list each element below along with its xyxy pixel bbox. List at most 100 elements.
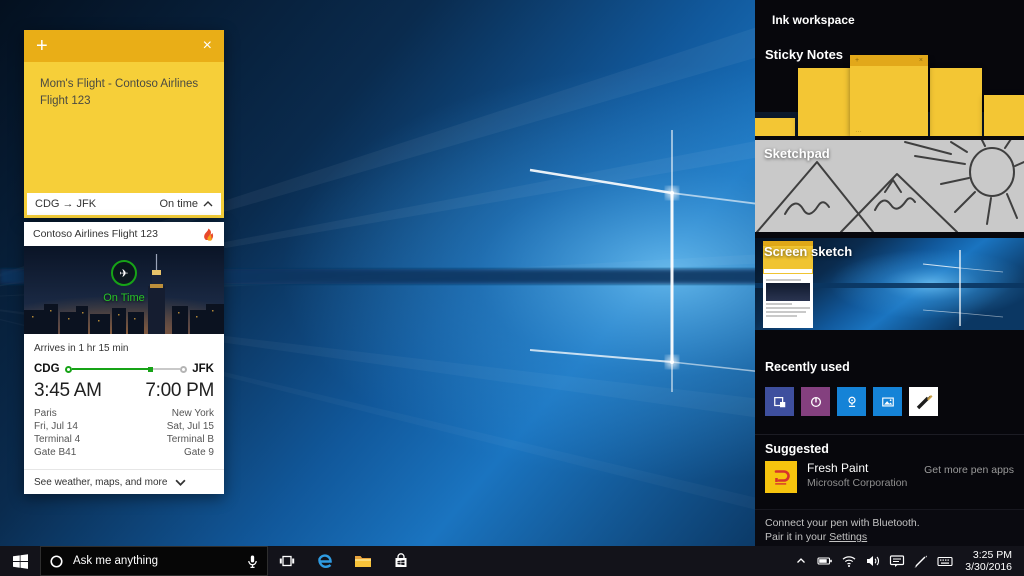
recent-app-tile-4[interactable] [873,387,902,416]
flight-insight-bar[interactable]: CDG → JFK On time [24,190,224,218]
store-button[interactable] [382,546,420,576]
touch-keyboard-button[interactable] [933,546,957,576]
mini-ellipsis-icon: … [855,127,862,134]
flight-card-title: Contoso Airlines Flight 123 [33,228,158,240]
recent-app-tile-1[interactable] [765,387,794,416]
cortana-search-box[interactable]: Ask me anything [40,546,268,576]
clock-time: 3:25 PM [965,549,1012,561]
departure-gate: Gate B41 [34,447,80,458]
flight-card[interactable]: Contoso Airlines Flight 123 [24,222,224,494]
desktop: + × Mom's Flight - Contoso Airlines Flig… [0,0,1024,576]
arrival-time: 7:00 PM [145,380,214,402]
windows-logo-icon [13,554,28,569]
edge-icon [316,552,334,570]
fountain-pen-app-icon [913,391,935,413]
ink-workspace-button[interactable] [909,546,933,576]
search-input[interactable]: Ask me anything [73,555,237,567]
arrival-note: Arrives in 1 hr 15 min [34,343,214,354]
pen-hint-line2: Pair it in your [765,531,826,543]
departure-date: Fri, Jul 14 [34,421,80,432]
arrival-gate: Gate 9 [167,447,214,458]
arrival-code: JFK [192,363,214,375]
sticky-note[interactable]: + × Mom's Flight - Contoso Airlines Flig… [24,30,224,218]
arrival-info: New York Sat, Jul 15 Terminal B Gate 9 [167,408,214,458]
see-more-link[interactable]: See weather, maps, and more [24,469,224,494]
file-explorer-button[interactable] [344,546,382,576]
settings-link[interactable]: Settings [829,531,867,543]
insights-flame-icon [202,228,215,241]
sticky-notes-section-label: Sticky Notes [765,47,843,62]
mini-sticky-note [930,68,982,136]
wifi-icon [841,554,857,568]
departure-terminal: Terminal 4 [34,434,80,445]
flight-status-overlay: On Time [24,292,224,304]
speaker-icon [865,554,881,568]
panel-divider [755,434,1024,435]
flight-progress: CDG JFK [34,363,214,375]
get-more-pen-apps-link[interactable]: Get more pen apps [924,464,1014,476]
suggested-app-name: Fresh Paint [807,461,924,475]
progress-end-dot [180,366,187,373]
flight-destination-photo: ✈ On Time [24,246,224,334]
cortana-icon [49,554,64,569]
chevron-down-icon [175,479,186,486]
mini-sticky-note [984,95,1024,136]
folder-icon [354,553,372,569]
network-status[interactable] [837,546,861,576]
recent-app-tile-5[interactable] [909,387,938,416]
add-note-icon[interactable]: + [36,36,48,56]
circle-badge-app-icon [809,395,823,409]
sticky-note-body[interactable]: Mom's Flight - Contoso Airlines Flight 1… [24,62,224,190]
recent-app-tile-2[interactable] [801,387,830,416]
sticky-notes-preview[interactable]: + × … [755,55,1024,136]
departure-city: Paris [34,408,80,419]
chevron-up-icon[interactable] [203,201,213,207]
arrival-city: New York [167,408,214,419]
suggested-app-publisher: Microsoft Corporation [807,477,924,489]
action-center-icon [889,554,905,568]
clock[interactable]: 3:25 PM 3/30/2016 [957,549,1018,573]
edge-browser-button[interactable] [306,546,344,576]
see-more-label: See weather, maps, and more [34,477,167,488]
arrival-date: Sat, Jul 15 [167,421,214,432]
flight-status: On time [159,198,198,210]
mini-sticky-note [798,68,851,136]
flight-details: Arrives in 1 hr 15 min CDG JFK 3:45 AM 7… [24,334,224,462]
mini-sticky-note [755,118,795,136]
panel-title: Ink workspace [772,13,855,27]
departure-info: Paris Fri, Jul 14 Terminal 4 Gate B41 [34,408,80,458]
arrival-terminal: Terminal B [167,434,214,445]
pen-pairing-hint: Connect your pen with Bluetooth. Pair it… [755,509,1024,546]
sketchpad-preview[interactable]: Sketchpad [755,140,1024,232]
microphone-icon[interactable] [246,554,259,569]
webcam-app-icon [845,395,859,409]
pen-hint-line1: Connect your pen with Bluetooth. [765,517,920,529]
start-button[interactable] [0,546,40,576]
mini-sticky-note-front: + × … [850,55,928,136]
flight-route: CDG → JFK [35,198,96,210]
close-note-icon[interactable]: × [203,38,212,54]
chevron-up-icon [795,555,807,567]
fresh-paint-icon [765,461,797,493]
mini-close-icon: × [919,57,923,64]
departure-code: CDG [34,363,60,375]
screen-sketch-preview[interactable]: Screen sketch [755,238,1024,330]
system-tray: 3:25 PM 3/30/2016 [789,546,1024,576]
recently-used-apps [765,387,938,416]
recent-app-tile-3[interactable] [837,387,866,416]
recently-used-label: Recently used [765,360,850,374]
battery-status[interactable] [813,546,837,576]
task-view-icon [279,553,295,569]
store-bag-icon [393,553,409,569]
progress-remaining [153,368,181,370]
task-view-button[interactable] [268,546,306,576]
clock-date: 3/30/2016 [965,561,1012,573]
tray-expand-button[interactable] [789,546,813,576]
progress-start-dot [65,366,72,373]
suggested-app-row[interactable]: Fresh Paint Microsoft Corporation Get mo… [765,461,1014,493]
action-center-button[interactable] [885,546,909,576]
mini-add-icon: + [855,57,859,64]
screen-sketch-label: Screen sketch [764,244,852,259]
window-app-icon [773,395,787,409]
volume-control[interactable] [861,546,885,576]
